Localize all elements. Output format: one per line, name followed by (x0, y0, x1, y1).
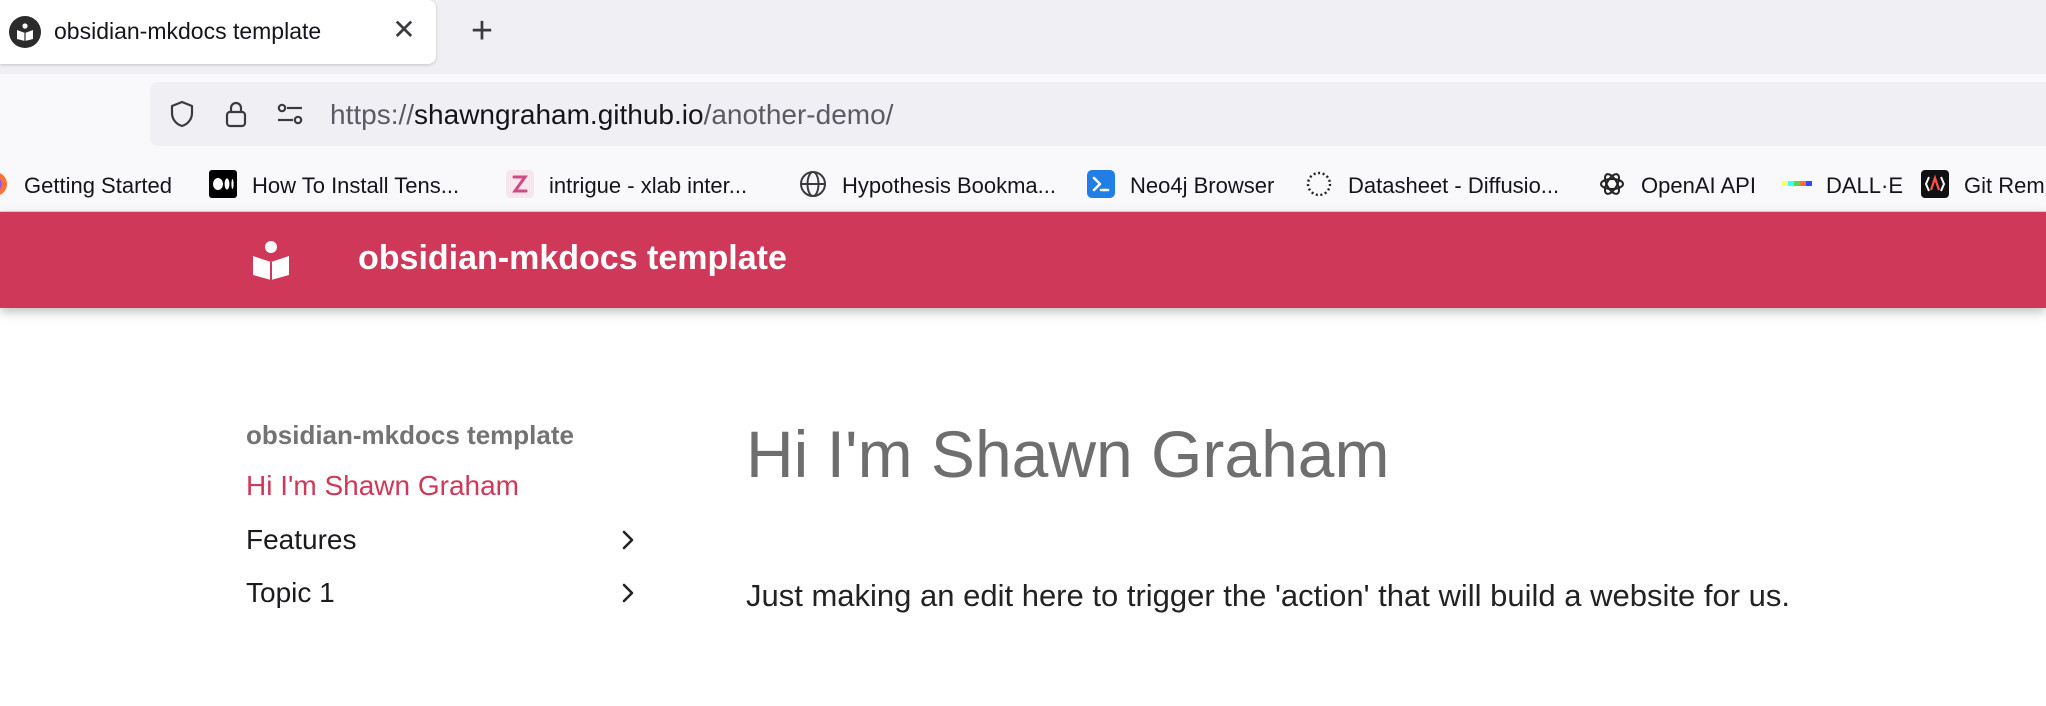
navigation-bar: https://shawngraham.github.io/another-de… (0, 74, 2046, 158)
close-icon[interactable]: ✕ (388, 14, 420, 46)
book-open-icon (9, 16, 41, 48)
url-path: /another-demo/ (703, 99, 894, 130)
dotted-circle-icon (1304, 169, 1334, 199)
chevron-right-icon[interactable] (614, 526, 642, 554)
site-header: obsidian-mkdocs template (0, 212, 2046, 308)
sidebar-title: obsidian-mkdocs template (246, 420, 574, 450)
tab-strip: obsidian-mkdocs template ✕ + (0, 0, 2046, 74)
openai-icon (1597, 169, 1627, 199)
bookmark-label: DALL·E (1826, 173, 1904, 198)
sidebar-item-hi-im-shawn-graham[interactable]: Hi I'm Shawn Graham (246, 466, 646, 506)
sidebar-item-label: Hi I'm Shawn Graham (246, 470, 519, 501)
bookmark-label: Hypothesis Bookma... (842, 173, 1056, 198)
page-title: Hi I'm Shawn Graham (746, 417, 1390, 491)
bookmark-label: intrigue - xlab inter... (549, 173, 748, 198)
browser-tab[interactable]: obsidian-mkdocs template ✕ (0, 0, 436, 64)
shield-icon[interactable] (166, 98, 198, 130)
sidebar-item-label: Topic 1 (246, 577, 335, 608)
site-title[interactable]: obsidian-mkdocs template (358, 239, 787, 278)
sidebar-item-topic-1[interactable]: Topic 1 (246, 573, 646, 613)
bookmark-label: Datasheet - Diffusio... (1348, 173, 1560, 198)
bookmark-label: Getting Started (24, 173, 172, 198)
git-icon (1920, 169, 1950, 199)
url-text[interactable]: https://shawngraham.github.io/another-de… (330, 99, 893, 131)
new-tab-button[interactable]: + (462, 12, 502, 52)
page-settings-icon[interactable] (274, 98, 306, 130)
firefox-icon (0, 169, 10, 199)
sidebar-item-features[interactable]: Features (246, 520, 646, 560)
book-open-icon[interactable] (250, 239, 292, 281)
globe-icon (798, 169, 828, 199)
lock-icon[interactable] (220, 98, 252, 130)
terminal-icon (1086, 169, 1116, 199)
bookmarks-toolbar: Getting Started How To Install Tens... i… (0, 158, 2046, 212)
intrigue-icon (505, 169, 535, 199)
medium-icon (208, 169, 238, 199)
bookmark-label: Neo4j Browser (1130, 173, 1275, 198)
tab-title: obsidian-mkdocs template (54, 18, 322, 44)
url-scheme: https:// (330, 99, 415, 130)
chevron-right-icon[interactable] (614, 579, 642, 607)
sidebar-item-label: Features (246, 524, 357, 555)
bookmark-label: Git Rem (1964, 173, 2045, 198)
address-bar[interactable]: https://shawngraham.github.io/another-de… (150, 82, 2046, 146)
bookmark-label: OpenAI API (1641, 173, 1756, 198)
dalle-icon (1782, 169, 1812, 199)
url-host: shawngraham.github.io (414, 99, 704, 130)
bookmark-label: How To Install Tens... (252, 173, 460, 198)
page-body-text: Just making an edit here to trigger the … (746, 578, 1790, 613)
